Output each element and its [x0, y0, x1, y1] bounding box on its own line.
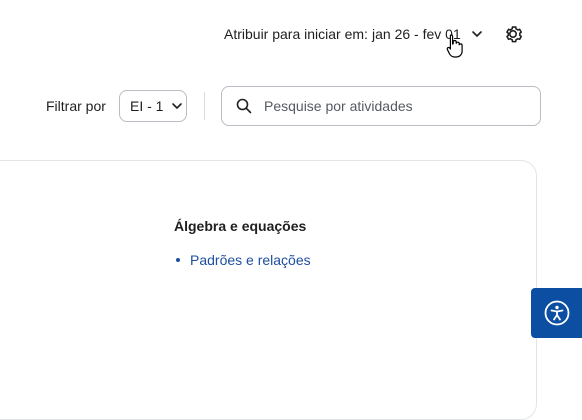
bullet-icon [176, 258, 180, 262]
accessibility-icon [544, 300, 569, 326]
search-icon [236, 98, 252, 114]
assign-start-label: Atribuir para iniciar em: [224, 26, 368, 42]
filter-divider [204, 92, 205, 120]
filter-label: Filtrar por [46, 98, 106, 114]
grade-filter-dropdown[interactable]: EI - 1 [119, 90, 187, 122]
chevron-down-icon [471, 31, 482, 37]
section-title: Álgebra e equações [174, 218, 307, 234]
topic-list: Padrões e relações [176, 252, 311, 268]
top-bar: Atribuir para iniciar em: jan 26 - fev 0… [0, 0, 582, 68]
topic-link[interactable]: Padrões e relações [190, 252, 311, 268]
content-card [0, 160, 537, 420]
gear-icon[interactable] [502, 23, 524, 45]
list-item[interactable]: Padrões e relações [176, 252, 311, 268]
search-box[interactable] [221, 86, 541, 126]
date-range-value: jan 26 - fev 01 [372, 26, 461, 42]
search-input[interactable] [262, 97, 526, 115]
chevron-down-icon [172, 103, 183, 109]
accessibility-button[interactable] [531, 288, 582, 338]
grade-filter-value: EI - 1 [130, 98, 164, 114]
date-range-selector[interactable]: jan 26 - fev 01 [372, 26, 483, 42]
